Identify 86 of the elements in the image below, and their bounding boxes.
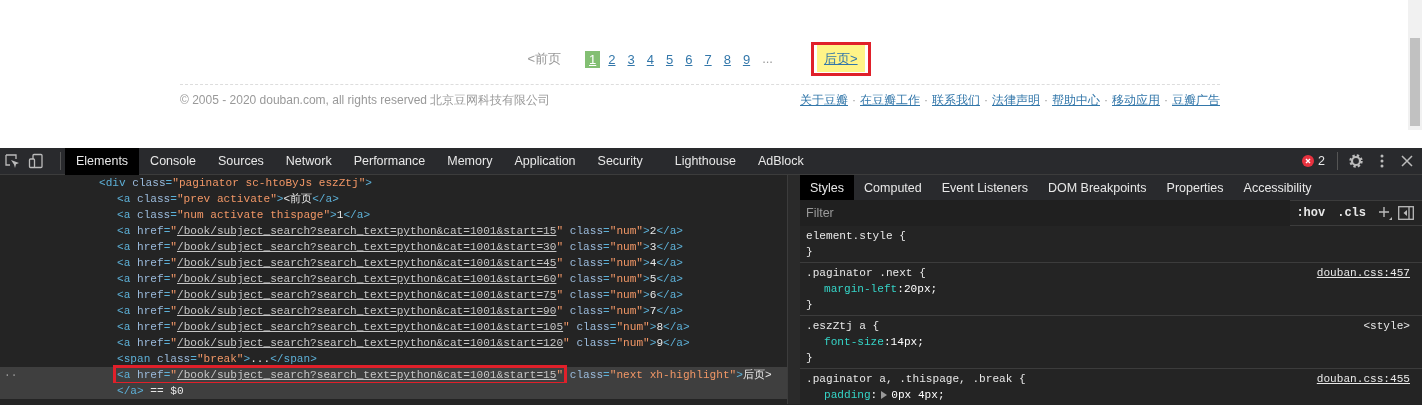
sidebar-tab[interactable]: Properties xyxy=(1156,175,1234,201)
code-line[interactable]: <a class="num activate thispage">1</a> xyxy=(0,207,787,223)
scrollbar-thumb[interactable] xyxy=(1410,38,1420,126)
code-line[interactable]: <a href="/book/subject_search?search_text=python&cat=1001&start=105" class="num">8</a> xyxy=(0,319,787,335)
closing-brace: } xyxy=(806,351,814,366)
plus-icon[interactable] xyxy=(1378,206,1392,220)
code-line[interactable]: <a href="/book/subject_search?search_text=python&cat=1001&start=60" class="num">5</a> xyxy=(0,271,787,287)
source-link[interactable]: <style> xyxy=(1363,318,1410,334)
panel-tab[interactable]: Application xyxy=(503,147,587,175)
css-selector: .paginator .next { xyxy=(806,266,926,281)
property-value: 20px; xyxy=(903,282,938,297)
page-link[interactable]: 8 xyxy=(719,50,735,68)
colon: : xyxy=(883,335,891,350)
copyright-text: © 2005 - 2020 douban.com, all rights reserved 北京豆网科技有限公司 xyxy=(180,92,551,109)
separator-dot: · xyxy=(852,92,856,109)
panel-tab[interactable]: Memory xyxy=(436,147,504,175)
panel-tab[interactable]: Sources xyxy=(207,147,275,175)
footer-link[interactable]: 关于豆瓣 xyxy=(800,91,848,109)
code-line[interactable]: <a href="/book/subject_search?search_text=python&cat=1001&start=15" class="num">2</a> xyxy=(0,223,787,239)
close-icon[interactable] xyxy=(1400,154,1414,168)
panel-tab[interactable]: Security xyxy=(586,147,654,175)
separator-dot: · xyxy=(1164,92,1168,109)
page-link[interactable]: 7 xyxy=(700,50,716,68)
page-link[interactable]: 9 xyxy=(738,50,755,68)
closing-brace: } xyxy=(806,245,814,260)
colon: : xyxy=(870,388,878,403)
hover-state-toggle[interactable]: :hov xyxy=(1296,204,1326,222)
panel-tab[interactable]: AdBlock xyxy=(746,147,815,175)
prev-page-label: <前页 xyxy=(527,50,561,69)
sidebar-tab[interactable]: Styles xyxy=(800,175,855,201)
page-link[interactable]: 4 xyxy=(642,50,658,68)
colon: : xyxy=(897,282,904,297)
separator-dot: · xyxy=(984,92,988,109)
filter-field[interactable]: Filter xyxy=(800,200,1291,226)
expand-triangle-icon[interactable] xyxy=(880,391,889,399)
property-name: padding xyxy=(824,388,871,403)
panel-tab[interactable]: Elements xyxy=(65,147,140,175)
class-toggle[interactable]: .cls xyxy=(1337,204,1366,222)
separator-dot: · xyxy=(1044,92,1048,109)
property-name: font-size xyxy=(824,335,884,350)
sidebar-tab[interactable]: Event Listeners xyxy=(931,175,1038,201)
panel-tab[interactable]: Network xyxy=(274,147,343,175)
gutter-dots: ·· xyxy=(4,368,18,383)
code-line[interactable]: <a href="/book/subject_search?search_text=python&cat=1001&start=30" class="num">3</a> xyxy=(0,239,787,255)
panel-tab[interactable]: Console xyxy=(139,147,207,175)
code-line[interactable]: <a href="/book/subject_search?search_text=python&cat=1001&start=90" class="num">7</a> xyxy=(0,303,787,319)
sidebar-tab[interactable]: Accessibility xyxy=(1233,175,1322,201)
code-line[interactable]: <a href="/book/subject_search?search_text=python&cat=1001&start=75" class="num">6</a> xyxy=(0,287,787,303)
sidebar-toggle-icon[interactable] xyxy=(1398,206,1414,220)
code-line[interactable]: <span class="break">...</span> xyxy=(0,351,787,367)
code-line[interactable]: <a href="/book/subject_search?search_text=python&cat=1001&start=45" class="num">4</a> xyxy=(0,255,787,271)
ellipsis: ... xyxy=(762,50,773,69)
page-link[interactable]: 2 xyxy=(604,50,620,68)
page-link[interactable]: 6 xyxy=(681,50,697,68)
property-value: 14px; xyxy=(890,335,924,350)
sidebar-tab[interactable]: DOM Breakpoints xyxy=(1037,175,1157,201)
code-line[interactable]: <div class="paginator sc-htoByJs eszZtj"> xyxy=(0,175,787,191)
footer-link[interactable]: 豆瓣广告 xyxy=(1172,91,1220,109)
code-line[interactable]: <a class="prev activate"><前页</a> xyxy=(0,191,787,207)
footer-link[interactable]: 联系我们 xyxy=(932,91,980,109)
source-link[interactable]: douban.css:455 xyxy=(1316,371,1410,387)
settings-icon[interactable] xyxy=(1348,153,1364,169)
next-page-link[interactable]: 后页> xyxy=(816,45,865,73)
device-icon[interactable] xyxy=(28,153,44,169)
separator-dot: · xyxy=(1104,92,1108,109)
panel-tab[interactable]: Lighthouse xyxy=(663,147,747,175)
css-selector: .eszZtj a { xyxy=(806,319,880,334)
sidebar-tab[interactable]: Computed xyxy=(854,175,932,201)
closing-brace: } xyxy=(806,298,814,313)
css-selector: .paginator a, .thispage, .break { xyxy=(806,372,1026,387)
page-link[interactable]: 5 xyxy=(661,50,678,68)
inspect-icon[interactable] xyxy=(4,153,20,169)
css-selector: element.style { xyxy=(806,229,906,244)
footer-link[interactable]: 帮助中心 xyxy=(1052,91,1100,109)
error-icon[interactable] xyxy=(1302,155,1315,167)
page-link[interactable]: 3 xyxy=(623,50,639,68)
property-name: margin-left xyxy=(824,282,898,297)
error-count: 2 xyxy=(1318,152,1325,170)
code-line[interactable]: <a href="/book/subject_search?search_text=python&cat=1001&start=120" class="num">9</a> xyxy=(0,335,787,351)
source-link[interactable]: douban.css:457 xyxy=(1316,265,1410,281)
panel-tab[interactable]: Performance xyxy=(342,147,437,175)
separator-dot: · xyxy=(924,92,928,109)
footer-link[interactable]: 在豆瓣工作 xyxy=(860,91,920,109)
footer-link[interactable]: 法律声明 xyxy=(992,91,1040,109)
property-value: 0px 4px; xyxy=(891,388,945,403)
footer-link[interactable]: 移动应用 xyxy=(1112,91,1160,109)
